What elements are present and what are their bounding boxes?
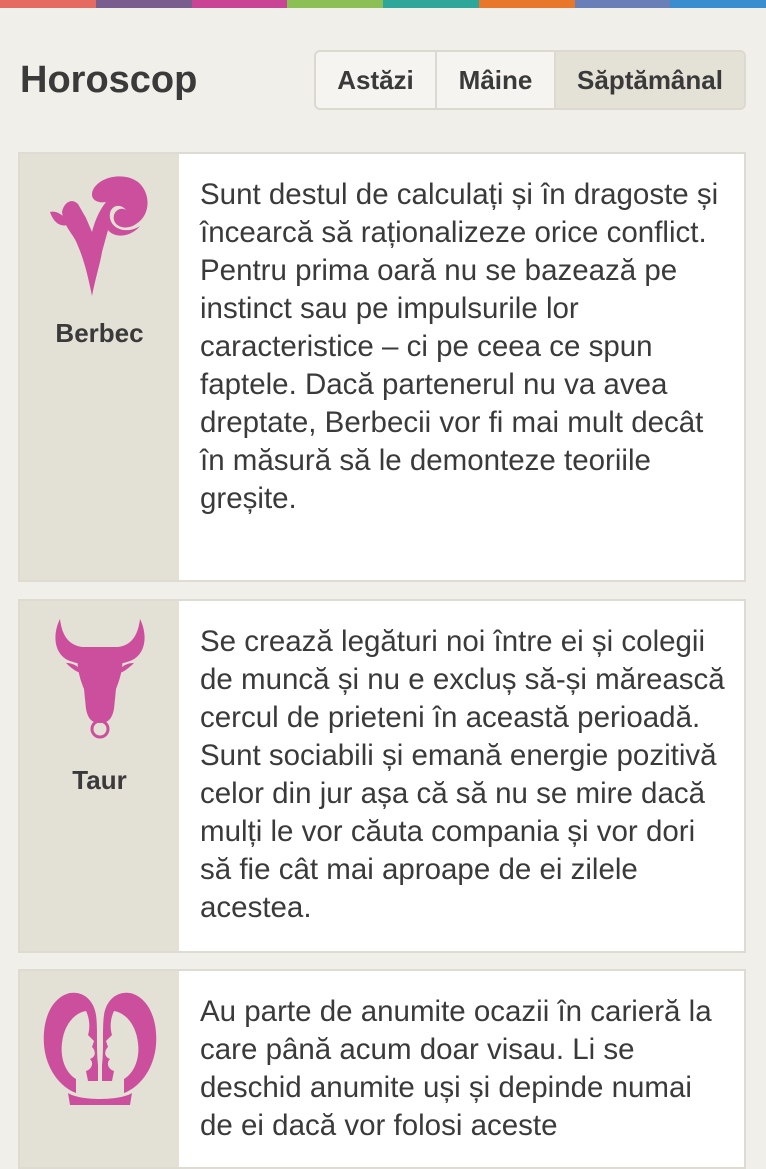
horoscope-text: Sunt destul de calculați și în dragoste … [179,154,744,580]
color-stripe [95,0,192,8]
horoscope-card-gemini[interactable]: Au parte de anumite ocazii în carieră la… [18,969,746,1169]
tab-weekly[interactable]: Săptămânal [554,52,744,108]
sign-column: Berbec [20,154,179,580]
color-stripe [287,0,383,8]
color-stripe [383,0,479,8]
sign-column: Taur [20,601,179,951]
taurus-bull-icon [55,619,145,739]
color-stripe [478,0,575,8]
horoscope-text: Se crează legături noi între ei și coleg… [179,601,744,951]
horoscope-text: Au parte de anumite ocazii în carieră la… [179,971,744,1167]
gemini-twins-icon [43,992,157,1105]
header: Horoscop Astăzi Mâine Săptămânal [0,8,766,138]
color-stripe [574,0,671,8]
aries-ram-icon [50,176,148,296]
page-title: Horoscop [20,59,198,101]
top-color-bar [0,0,766,8]
sign-name: Berbec [55,318,144,348]
color-stripe [670,0,766,8]
period-tabs: Astăzi Mâine Săptămânal [314,50,746,110]
sign-column [20,971,179,1167]
sign-name: Taur [72,765,127,795]
tab-today[interactable]: Astăzi [316,52,435,108]
horoscope-card-taurus[interactable]: Taur Se crează legături noi între ei și … [18,599,746,953]
tab-tomorrow[interactable]: Mâine [435,52,554,108]
horoscope-card-aries[interactable]: Berbec Sunt destul de calculați și în dr… [18,152,746,582]
color-stripe [0,0,96,8]
color-stripe [191,0,288,8]
